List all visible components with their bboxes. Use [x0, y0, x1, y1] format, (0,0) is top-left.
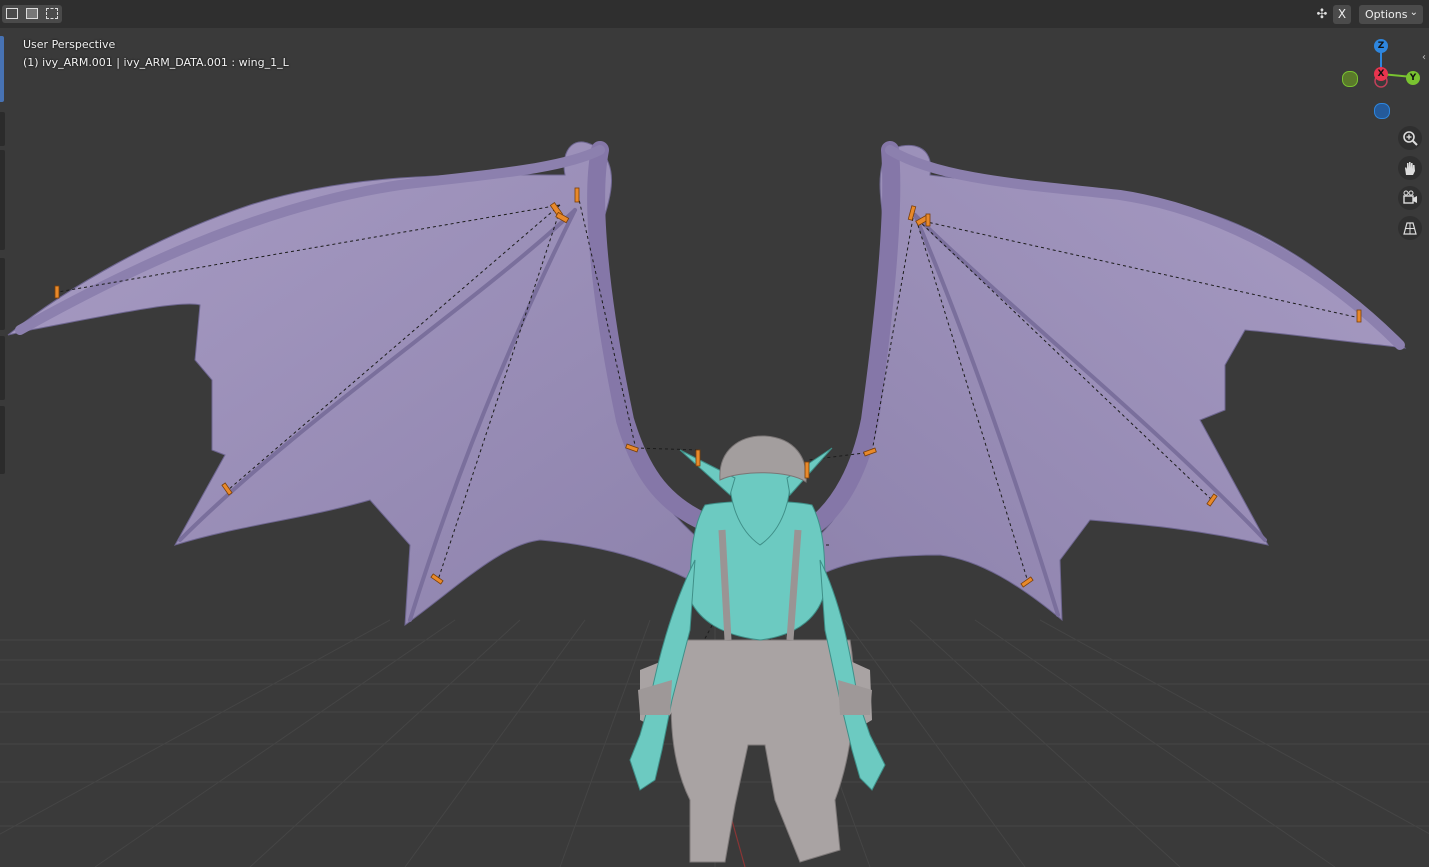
hand-icon[interactable] — [1398, 156, 1422, 180]
select-new-icon[interactable] — [6, 8, 18, 19]
camera-icon[interactable] — [1398, 186, 1422, 210]
chevron-down-icon: ⌄ — [1409, 7, 1418, 18]
zoom-icon[interactable] — [1398, 126, 1422, 150]
gizmo-x-axis[interactable]: X — [1374, 67, 1388, 81]
options-label: Options — [1365, 8, 1408, 21]
gizmo-y-axis[interactable]: Y — [1406, 71, 1420, 85]
tool-move[interactable] — [0, 150, 5, 250]
viewport-header: ✣ X Options ⌄ ‹ — [0, 0, 1429, 63]
tool-cursor[interactable] — [0, 112, 5, 146]
select-subtract-icon[interactable] — [46, 8, 58, 19]
grid-icon[interactable] — [1398, 216, 1422, 240]
navigation-gizmo[interactable]: Z X Y — [1336, 36, 1426, 126]
options-dropdown[interactable]: Options ⌄ — [1359, 5, 1423, 24]
tool-annotate[interactable] — [0, 336, 5, 400]
object-info: (1) ivy_ARM.001 | ivy_ARM_DATA.001 : win… — [23, 56, 289, 69]
xray-toggle-icon[interactable]: ✣ — [1313, 6, 1331, 23]
tool-transform[interactable] — [0, 258, 5, 330]
right-wing — [819, 144, 1407, 622]
gizmo-neg-y-axis[interactable] — [1342, 71, 1358, 87]
select-mode-buttons[interactable] — [2, 5, 62, 23]
3d-viewport[interactable]: ✣ X Options ⌄ ‹ User Perspective (1) ivy… — [0, 0, 1429, 867]
scene-render[interactable] — [0, 0, 1429, 867]
tool-measure[interactable] — [0, 406, 5, 474]
tool-select[interactable] — [0, 36, 4, 102]
gizmo-neg-z-axis[interactable] — [1374, 103, 1390, 119]
character-pants — [670, 639, 855, 863]
gizmo-z-axis[interactable]: Z — [1374, 39, 1388, 53]
view-name: User Perspective — [23, 38, 116, 51]
select-extend-icon[interactable] — [26, 8, 38, 19]
toolbar-strip — [0, 36, 6, 476]
xray-toggle-button[interactable]: X — [1333, 5, 1351, 24]
